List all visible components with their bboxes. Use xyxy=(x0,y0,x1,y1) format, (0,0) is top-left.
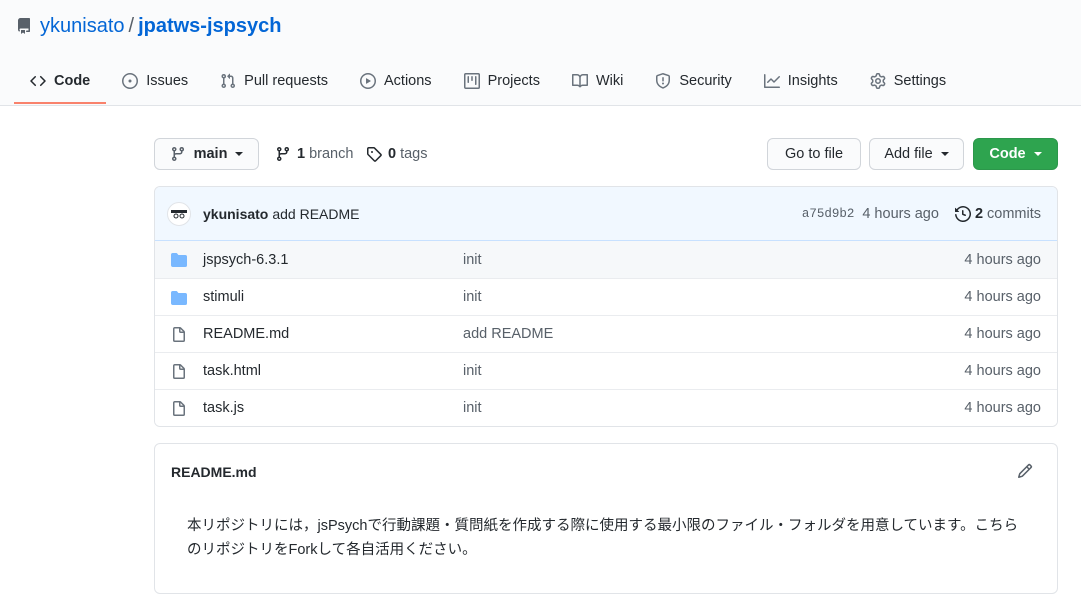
play-icon xyxy=(360,73,376,89)
go-to-file-label: Go to file xyxy=(784,146,844,162)
file-commit-message[interactable]: init xyxy=(463,363,482,379)
tab-label: Issues xyxy=(146,73,189,89)
project-icon xyxy=(463,73,480,89)
readme-box: README.md 本リポジトリには，jsPsychで行動課題・質問紙を作成する… xyxy=(154,443,1058,594)
commit-message[interactable]: add README xyxy=(272,206,359,222)
repo-title: ykunisato / jpatws-jspsych xyxy=(16,14,281,38)
pencil-icon[interactable] xyxy=(1017,463,1033,479)
gear-icon xyxy=(870,73,886,89)
commit-meta: a75d9b2 4 hours ago 2 commits xyxy=(802,187,1041,241)
table-row[interactable]: README.md add README 4 hours ago xyxy=(155,315,1057,352)
code-icon xyxy=(30,75,46,87)
file-commit-time: 4 hours ago xyxy=(964,363,1041,379)
branch-select-button[interactable]: main xyxy=(154,138,259,170)
table-row[interactable]: task.js init 4 hours ago xyxy=(155,389,1057,426)
tags-label: tags xyxy=(400,146,428,162)
file-commit-message[interactable]: add README xyxy=(463,326,553,342)
chevron-down-icon xyxy=(940,152,949,156)
issue-opened-icon xyxy=(122,73,139,89)
file-name-link[interactable]: task.js xyxy=(203,400,244,416)
tag-icon xyxy=(367,147,382,162)
add-file-button[interactable]: Add file xyxy=(869,138,964,170)
table-row[interactable]: stimuli init 4 hours ago xyxy=(155,278,1057,315)
tags-link[interactable]: 0 tags xyxy=(366,146,428,162)
tab-issues[interactable]: Issues xyxy=(106,60,204,104)
tab-label: Pull requests xyxy=(244,73,328,89)
readme-body-text: 本リポジトリには，jsPsychで行動課題・質問紙を作成する際に使用する最小限の… xyxy=(187,518,1019,558)
folder-icon xyxy=(171,290,187,306)
commits-history-link[interactable]: 2 commits xyxy=(954,206,1041,222)
commits-label: commits xyxy=(987,206,1041,222)
tab-security[interactable]: Security xyxy=(639,60,747,104)
git-pull-request-icon xyxy=(221,73,236,89)
git-branch-icon xyxy=(276,147,289,162)
repo-header: ykunisato / jpatws-jspsych Code Issues P… xyxy=(0,0,1081,106)
graph-icon xyxy=(763,74,780,88)
commits-count: 2 xyxy=(974,206,984,222)
file-commit-time: 4 hours ago xyxy=(964,400,1041,416)
table-row[interactable]: task.html init 4 hours ago xyxy=(155,352,1057,389)
file-commit-message[interactable]: init xyxy=(463,252,482,268)
avatar[interactable] xyxy=(167,201,191,226)
go-to-file-button[interactable]: Go to file xyxy=(767,138,861,170)
chevron-down-icon xyxy=(1033,152,1042,156)
file-name-link[interactable]: README.md xyxy=(203,326,289,342)
branches-label: branch xyxy=(309,146,354,162)
file-commit-time: 4 hours ago xyxy=(964,251,1041,268)
commit-sha[interactable]: a75d9b2 xyxy=(802,207,855,221)
shield-icon xyxy=(656,73,671,89)
file-table: ykunisato add README a75d9b2 4 hours ago… xyxy=(154,186,1058,427)
repo-owner-link[interactable]: ykunisato xyxy=(40,15,125,38)
repo-tabs: Code Issues Pull requests Actions Projec… xyxy=(14,60,962,106)
code-download-button[interactable]: Code xyxy=(973,138,1058,170)
file-name-link[interactable]: jspsych-6.3.1 xyxy=(203,252,288,268)
branch-name: main xyxy=(193,146,228,162)
tab-pull-requests[interactable]: Pull requests xyxy=(204,60,344,104)
tab-label: Code xyxy=(54,73,91,89)
latest-commit-bar: ykunisato add README a75d9b2 4 hours ago… xyxy=(155,187,1057,241)
tags-count: 0 xyxy=(388,146,397,162)
branches-link[interactable]: 1 branch xyxy=(275,146,353,162)
file-commit-time: 4 hours ago xyxy=(964,326,1041,342)
tab-wiki[interactable]: Wiki xyxy=(556,60,639,104)
file-commit-message[interactable]: init xyxy=(463,289,482,305)
tab-label: Security xyxy=(679,73,732,89)
file-commit-time: 4 hours ago xyxy=(964,289,1041,305)
tab-label: Actions xyxy=(384,73,432,89)
file-icon xyxy=(171,401,187,417)
file-icon xyxy=(171,327,187,343)
file-icon xyxy=(171,364,187,380)
add-file-label: Add file xyxy=(884,146,933,162)
book-icon xyxy=(571,73,588,88)
repo-name-link[interactable]: jpatws-jspsych xyxy=(138,15,281,38)
repo-separator: / xyxy=(128,14,135,37)
tab-actions[interactable]: Actions xyxy=(344,60,448,104)
tab-code[interactable]: Code xyxy=(14,60,107,104)
tab-label: Wiki xyxy=(595,73,624,89)
file-commit-message[interactable]: init xyxy=(463,400,482,416)
history-icon xyxy=(954,206,971,222)
branches-count: 1 xyxy=(297,146,306,162)
readme-title[interactable]: README.md xyxy=(171,464,257,480)
table-row[interactable]: jspsych-6.3.1 init 4 hours ago xyxy=(155,241,1057,278)
commit-time: 4 hours ago xyxy=(862,206,939,222)
chevron-down-icon xyxy=(235,152,244,156)
git-branch-icon xyxy=(171,147,184,162)
tab-label: Insights xyxy=(787,73,838,89)
tab-projects[interactable]: Projects xyxy=(448,60,556,104)
folder-icon xyxy=(171,252,187,268)
file-name-link[interactable]: task.html xyxy=(203,363,261,379)
tab-insights[interactable]: Insights xyxy=(748,60,854,104)
commit-author[interactable]: ykunisato xyxy=(203,206,268,222)
file-name-link[interactable]: stimuli xyxy=(203,289,244,305)
tab-settings[interactable]: Settings xyxy=(854,60,962,104)
code-button-label: Code xyxy=(989,146,1026,162)
tab-label: Projects xyxy=(487,73,540,89)
repo-icon xyxy=(16,18,32,34)
tab-label: Settings xyxy=(893,73,947,89)
